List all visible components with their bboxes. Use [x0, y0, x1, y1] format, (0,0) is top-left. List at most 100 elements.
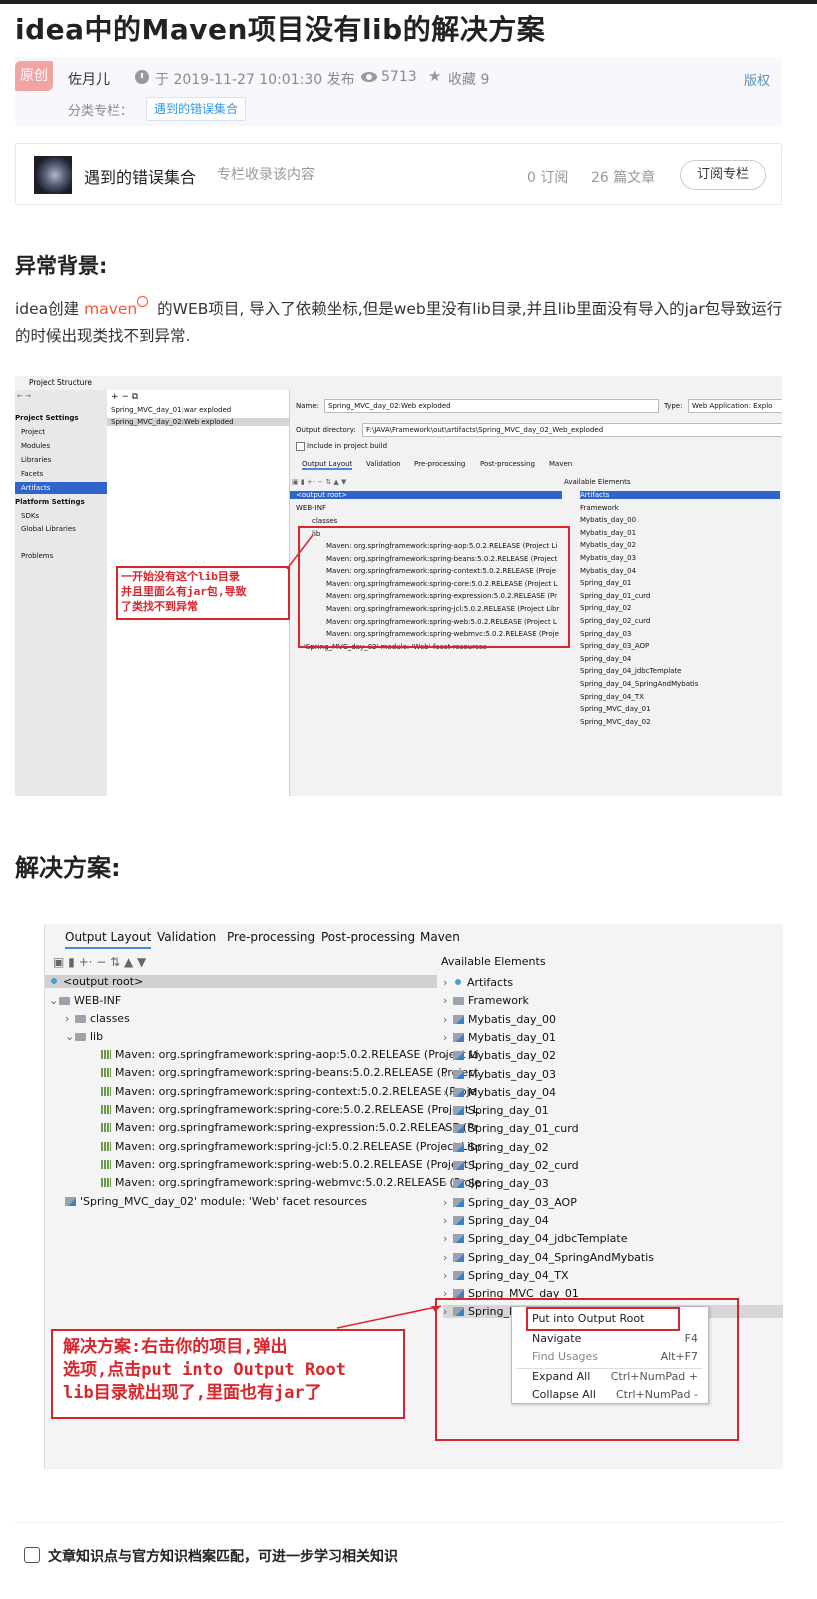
- sidebar-item-libraries[interactable]: Libraries: [21, 456, 51, 464]
- chevron-right-icon[interactable]: ›: [443, 1141, 453, 1154]
- star-icon[interactable]: ★: [428, 67, 441, 85]
- chevron-right-icon[interactable]: ›: [443, 1122, 453, 1135]
- artifact-item-selected[interactable]: Spring_MVC_day_02:Web exploded: [107, 418, 289, 426]
- lib-item[interactable]: Maven: org.springframework:spring-beans:…: [101, 1066, 479, 1079]
- menu-expand-all[interactable]: Expand All: [532, 1370, 590, 1383]
- available-element-item[interactable]: Spring_day_02: [580, 604, 631, 612]
- sidebar-item-sdks[interactable]: SDKs: [21, 512, 39, 520]
- chevron-right-icon[interactable]: ›: [443, 1159, 453, 1172]
- available-element-item[interactable]: Spring_day_03_AOP: [580, 642, 649, 650]
- artifact-toolbar[interactable]: + − ⧉: [111, 392, 138, 402]
- lib-item[interactable]: Maven: org.springframework:spring-web:5.…: [101, 1158, 478, 1171]
- tab-output-layout[interactable]: Output Layout: [302, 460, 353, 470]
- artifact-item[interactable]: Spring_MVC_day_01:war exploded: [111, 406, 231, 414]
- sidebar-item-modules[interactable]: Modules: [21, 442, 50, 450]
- available-element-item[interactable]: › Spring_day_04_TX: [443, 1269, 568, 1282]
- tab-maven-2[interactable]: Maven: [420, 930, 460, 944]
- chevron-right-icon[interactable]: ›: [443, 1177, 453, 1190]
- output-root-node-2[interactable]: <output root>: [45, 975, 437, 988]
- chevron-right-icon[interactable]: ›: [443, 976, 453, 989]
- available-element-item[interactable]: Spring_day_04_SpringAndMybatis: [580, 680, 698, 688]
- tree-web-inf-2[interactable]: ⌄ WEB-INF: [49, 994, 121, 1007]
- menu-navigate[interactable]: Navigate: [532, 1332, 581, 1345]
- tab-output-layout-2[interactable]: Output Layout: [65, 930, 152, 949]
- available-element-item[interactable]: › Mybatis_day_04: [443, 1086, 556, 1099]
- available-element-item[interactable]: Spring_day_01: [580, 579, 631, 587]
- available-element-item[interactable]: Spring_MVC_day_01: [580, 705, 651, 713]
- available-element-item[interactable]: Spring_MVC_day_02: [580, 718, 651, 726]
- available-element-item[interactable]: Mybatis_day_01: [580, 529, 636, 537]
- lib-item[interactable]: Maven: org.springframework:spring-expres…: [101, 1121, 478, 1134]
- tree-lib-2[interactable]: ⌄ lib: [65, 1030, 103, 1043]
- column-avatar[interactable]: [34, 156, 72, 194]
- chevron-right-icon[interactable]: ›: [443, 1196, 453, 1209]
- available-element-item[interactable]: › Spring_day_03: [443, 1177, 549, 1190]
- available-element-item[interactable]: › Mybatis_day_01: [443, 1031, 556, 1044]
- available-element-item[interactable]: Mybatis_day_00: [580, 516, 636, 524]
- tree-web-inf[interactable]: WEB-INF: [296, 504, 326, 512]
- available-element-item[interactable]: › Spring_day_02_curd: [443, 1159, 579, 1172]
- chevron-right-icon[interactable]: ›: [443, 1013, 453, 1026]
- sidebar-item-project[interactable]: Project: [21, 428, 45, 436]
- type-select[interactable]: Web Application: Explo: [688, 399, 782, 413]
- sidebar-item-global-libraries[interactable]: Global Libraries: [21, 525, 76, 533]
- chevron-right-icon[interactable]: ›: [443, 1031, 453, 1044]
- chevron-right-icon[interactable]: ›: [443, 1049, 453, 1062]
- tab-validation[interactable]: Validation: [366, 460, 401, 468]
- tab-validation-2[interactable]: Validation: [157, 930, 216, 944]
- available-element-item[interactable]: › Spring_day_01: [443, 1104, 549, 1117]
- menu-find-usages[interactable]: Find Usages: [532, 1350, 598, 1363]
- name-input[interactable]: Spring_MVC_day_02:Web exploded: [324, 399, 659, 413]
- available-element-item[interactable]: › Framework: [443, 994, 529, 1007]
- available-element-item[interactable]: › Mybatis_day_03: [443, 1068, 556, 1081]
- sidebar-item-facets[interactable]: Facets: [21, 470, 43, 478]
- chevron-right-icon[interactable]: ›: [443, 1086, 453, 1099]
- available-element-item[interactable]: Artifacts: [580, 491, 780, 499]
- available-element-item[interactable]: Spring_day_02_curd: [580, 617, 650, 625]
- copyright-link[interactable]: 版权: [744, 70, 770, 89]
- include-checkbox[interactable]: [296, 442, 305, 451]
- available-element-item[interactable]: Spring_day_03: [580, 630, 631, 638]
- lib-item[interactable]: Maven: org.springframework:spring-core:5…: [101, 1103, 479, 1116]
- chevron-right-icon[interactable]: ›: [65, 1012, 75, 1025]
- available-element-item[interactable]: Spring_day_04_TX: [580, 693, 644, 701]
- facet-resources-2[interactable]: 'Spring_MVC_day_02' module: 'Web' facet …: [65, 1195, 367, 1208]
- available-element-item[interactable]: Mybatis_day_03: [580, 554, 636, 562]
- layout-toolbar-2[interactable]: ▣ ▮ +· − ⇅ ▲ ▼: [53, 955, 146, 969]
- available-element-item[interactable]: › Spring_day_04_jdbcTemplate: [443, 1232, 628, 1245]
- menu-collapse-all[interactable]: Collapse All: [532, 1388, 596, 1401]
- favorite-count[interactable]: 收藏 9: [448, 69, 489, 89]
- chevron-down-icon[interactable]: ⌄: [65, 1030, 75, 1043]
- lib-item[interactable]: Maven: org.springframework:spring-contex…: [101, 1085, 476, 1098]
- chevron-right-icon[interactable]: ›: [443, 1104, 453, 1117]
- author-link[interactable]: 佐月儿: [68, 69, 110, 89]
- available-element-item[interactable]: › Spring_day_01_curd: [443, 1122, 579, 1135]
- lib-item[interactable]: Maven: org.springframework:spring-aop:5.…: [101, 1048, 479, 1061]
- sidebar-item-artifacts[interactable]: Artifacts: [15, 482, 107, 494]
- available-element-item[interactable]: Spring_day_04: [580, 655, 631, 663]
- tab-pre-processing-2[interactable]: Pre-processing: [227, 930, 315, 944]
- column-name[interactable]: 遇到的错误集合: [84, 164, 196, 188]
- available-element-item[interactable]: Mybatis_day_02: [580, 541, 636, 549]
- tree-classes[interactable]: classes: [312, 517, 337, 525]
- available-element-item[interactable]: › Spring_day_03_AOP: [443, 1196, 577, 1209]
- maven-link[interactable]: maven: [84, 300, 137, 318]
- tree-classes-2[interactable]: › classes: [65, 1012, 130, 1025]
- sidebar-item-problems[interactable]: Problems: [21, 552, 53, 560]
- chevron-right-icon[interactable]: ›: [443, 1068, 453, 1081]
- chevron-right-icon[interactable]: ›: [443, 1251, 453, 1264]
- output-root-node[interactable]: <output root>: [290, 491, 562, 499]
- lib-item[interactable]: Maven: org.springframework:spring-webmvc…: [101, 1176, 481, 1189]
- available-element-item[interactable]: Spring_day_01_curd: [580, 592, 650, 600]
- tab-post-processing[interactable]: Post-processing: [480, 460, 535, 468]
- outdir-input[interactable]: F:\JAVA\Framework\out\artifacts\Spring_M…: [362, 423, 782, 437]
- available-element-item[interactable]: › Spring_day_02: [443, 1141, 549, 1154]
- nav-arrows[interactable]: ← →: [17, 392, 31, 400]
- lib-item[interactable]: Maven: org.springframework:spring-jcl:5.…: [101, 1140, 482, 1153]
- chevron-right-icon[interactable]: ›: [443, 1269, 453, 1282]
- tab-pre-processing[interactable]: Pre-processing: [414, 460, 465, 468]
- available-element-item[interactable]: › Artifacts: [443, 976, 513, 989]
- chevron-right-icon[interactable]: ›: [443, 994, 453, 1007]
- available-element-item[interactable]: › Mybatis_day_02: [443, 1049, 556, 1062]
- tab-maven[interactable]: Maven: [549, 460, 572, 468]
